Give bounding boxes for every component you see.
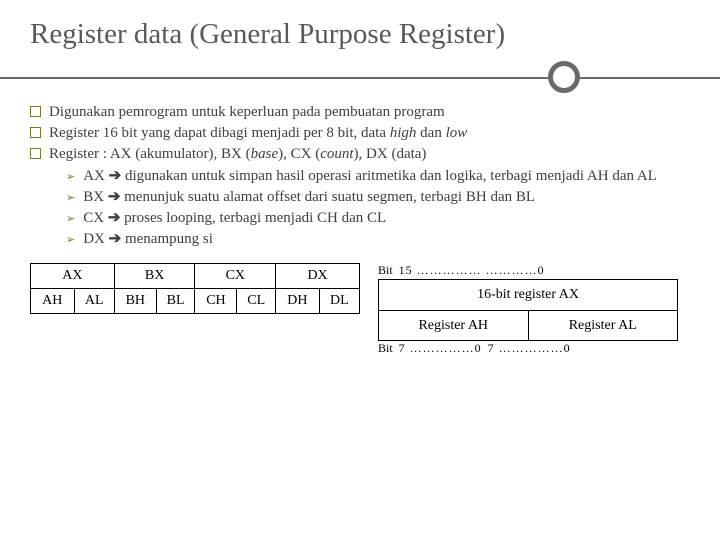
register-ax-figure: Bit 15 …………… …………0 16-bit register AX Re…: [378, 263, 678, 357]
arrow-right-icon: ➔: [109, 231, 122, 247]
arrow-right-icon: ➔: [108, 189, 121, 205]
bullet-text: Digunakan pemrogram untuk keperluan pada…: [49, 103, 445, 122]
sub-text: DX ➔ menampung si: [83, 230, 213, 249]
content-body: Digunakan pemrogram untuk keperluan pada…: [30, 103, 690, 357]
decorative-circle: [548, 61, 580, 93]
list-item: ➢ CX ➔ proses looping, terbagi menjadi C…: [66, 209, 690, 228]
title-rule: [30, 59, 690, 95]
table-row: 16-bit register AX: [379, 279, 678, 310]
bullet-text: Register : AX (akumulator), BX (base), C…: [49, 145, 426, 164]
list-item: Register : AX (akumulator), BX (base), C…: [30, 145, 690, 164]
register-table: AX BX CX DX AHAL BHBL CHCL DHDL: [30, 263, 360, 314]
sub-text: CX ➔ proses looping, terbagi menjadi CH …: [83, 209, 386, 228]
chevron-right-icon: ➢: [66, 212, 75, 228]
arrow-right-icon: ➔: [108, 210, 121, 226]
bullet-text: Register 16 bit yang dapat dibagi menjad…: [49, 124, 467, 143]
list-item: ➢ DX ➔ menampung si: [66, 230, 690, 249]
table-row: AX BX CX DX: [31, 264, 360, 289]
table-row: AHAL BHBL CHCL DHDL: [31, 289, 360, 314]
sub-text: BX ➔ menunjuk suatu alamat offset dari s…: [83, 188, 535, 207]
square-bullet-icon: [30, 148, 41, 159]
square-bullet-icon: [30, 127, 41, 138]
list-item: ➢ AX ➔ digunakan untuk simpan hasil oper…: [66, 167, 690, 186]
chevron-right-icon: ➢: [66, 191, 75, 207]
chevron-right-icon: ➢: [66, 170, 75, 186]
list-item: Digunakan pemrogram untuk keperluan pada…: [30, 103, 690, 122]
sub-list: ➢ AX ➔ digunakan untuk simpan hasil oper…: [66, 167, 690, 250]
bit-label-top: Bit 15 …………… …………0: [378, 263, 678, 278]
list-item: ➢ BX ➔ menunjuk suatu alamat offset dari…: [66, 188, 690, 207]
list-item: Register 16 bit yang dapat dibagi menjad…: [30, 124, 690, 143]
sub-text: AX ➔ digunakan untuk simpan hasil operas…: [83, 167, 657, 186]
page-title: Register data (General Purpose Register): [30, 18, 690, 51]
square-bullet-icon: [30, 106, 41, 117]
chevron-right-icon: ➢: [66, 233, 75, 249]
arrow-right-icon: ➔: [109, 168, 122, 184]
bit-label-bottom: Bit 7 ……………0 7 ……………0: [378, 341, 678, 356]
table-row: Register AH Register AL: [379, 310, 678, 341]
